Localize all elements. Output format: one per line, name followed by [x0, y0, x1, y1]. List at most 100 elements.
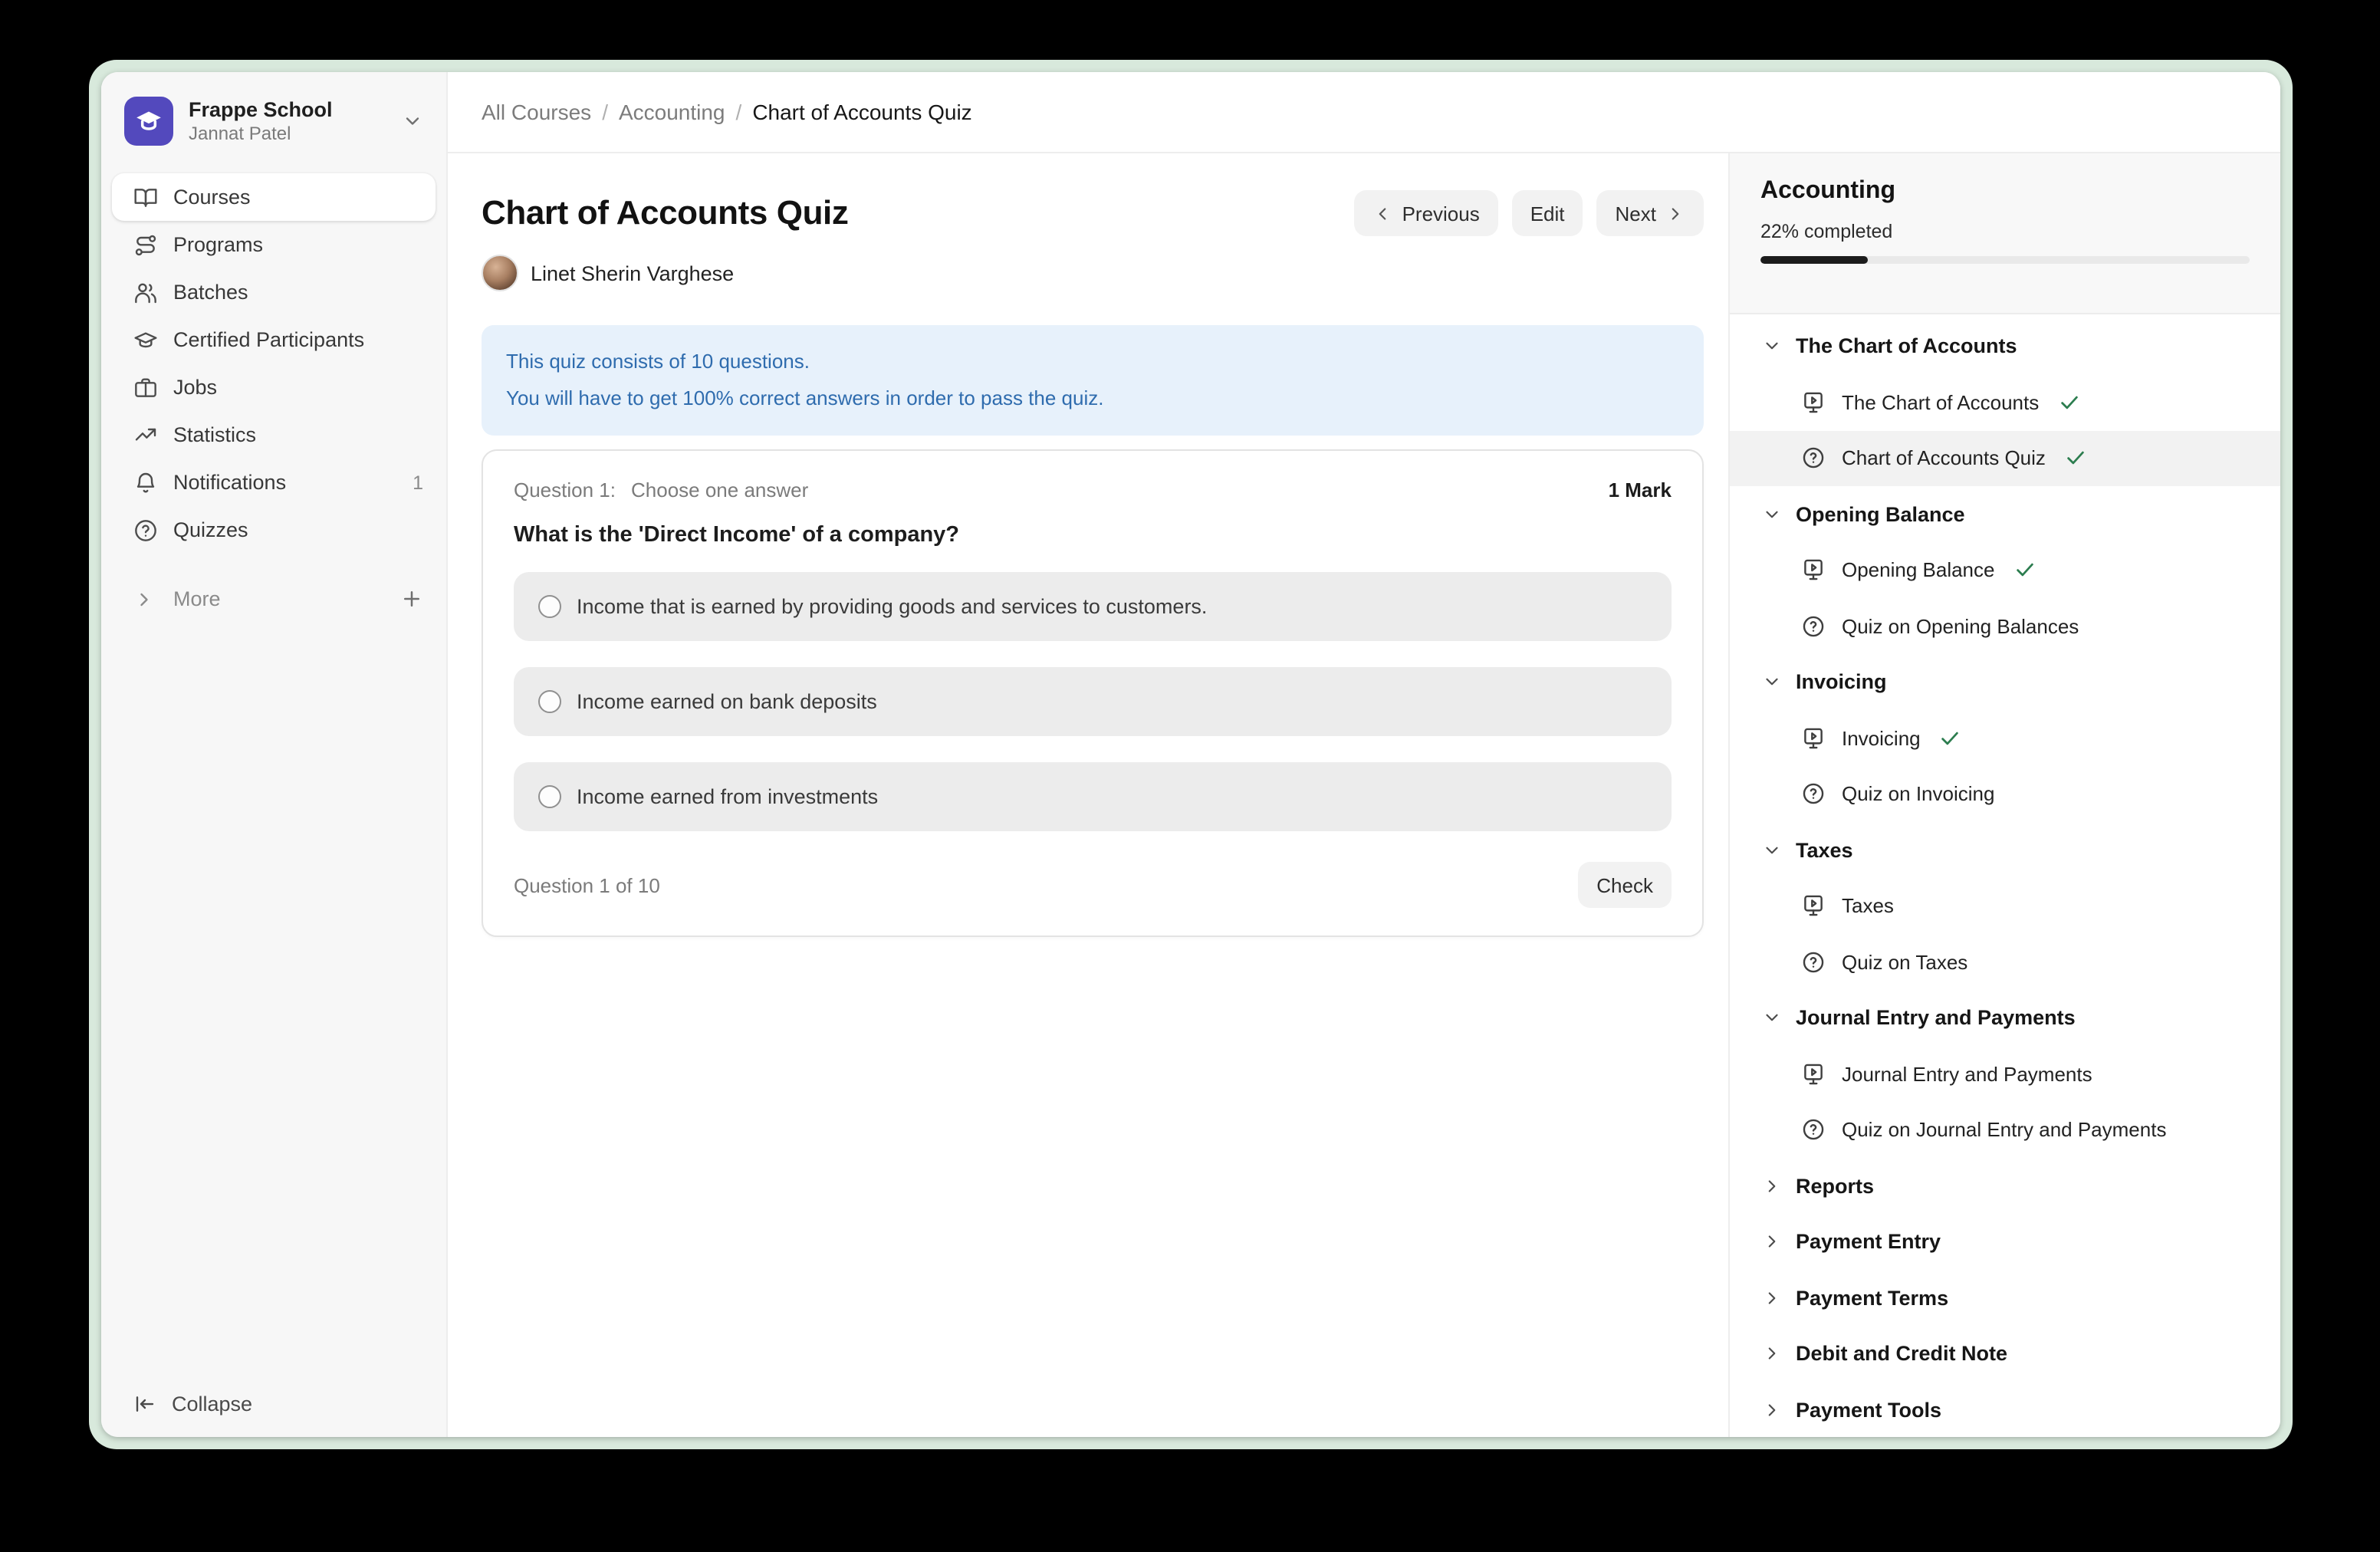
course-progress-fill	[1760, 256, 1868, 264]
breadcrumb-separator: /	[602, 100, 608, 124]
sidebar-item-label: Quizzes	[173, 518, 248, 541]
lesson-taxes[interactable]: Taxes	[1730, 878, 2280, 934]
radio-button-icon[interactable]	[538, 785, 561, 808]
video-lesson-icon	[1800, 725, 1826, 751]
chevron-left-icon	[1373, 203, 1393, 223]
lesson-quiz-on-taxes[interactable]: Quiz on Taxes	[1730, 934, 2280, 990]
chapter-reports[interactable]: Reports	[1730, 1158, 2280, 1214]
sidebar-item-courses[interactable]: Courses	[112, 173, 436, 221]
answer-option-label: Income earned from investments	[577, 785, 878, 808]
author-row: Linet Sherin Varghese	[482, 255, 1704, 291]
sidebar-item-batches[interactable]: Batches	[112, 268, 436, 316]
previous-button[interactable]: Previous	[1355, 190, 1498, 236]
chevron-down-icon	[1762, 505, 1782, 524]
sidebar-item-label: Courses	[173, 186, 251, 209]
sidebar-item-notifications[interactable]: Notifications 1	[112, 459, 436, 506]
quiz-notice: This quiz consists of 10 questions. You …	[482, 325, 1704, 436]
answer-options: Income that is earned by providing goods…	[514, 572, 1672, 831]
check-button[interactable]: Check	[1578, 862, 1672, 908]
route-icon	[133, 232, 158, 257]
answer-option-label: Income earned on bank deposits	[577, 690, 877, 713]
answer-option-2[interactable]: Income earned on bank deposits	[514, 667, 1672, 736]
course-outline-list: The Chart of Accounts The Chart of Accou…	[1730, 314, 2280, 1437]
quiz-lesson-icon	[1800, 613, 1826, 640]
chevron-down-icon	[1762, 1008, 1782, 1028]
collapse-label: Collapse	[172, 1393, 252, 1416]
notice-line-1: This quiz consists of 10 questions.	[506, 344, 1679, 380]
sidebar-item-certified-participants[interactable]: Certified Participants	[112, 316, 436, 363]
next-button[interactable]: Next	[1597, 190, 1704, 236]
lesson-invoicing[interactable]: Invoicing	[1730, 710, 2280, 766]
answer-option-3[interactable]: Income earned from investments	[514, 762, 1672, 831]
chevron-right-icon	[1762, 1232, 1782, 1252]
chapter-the-chart-of-accounts[interactable]: The Chart of Accounts	[1730, 318, 2280, 374]
lesson-quiz-on-opening-balances[interactable]: Quiz on Opening Balances	[1730, 598, 2280, 654]
video-lesson-icon	[1800, 557, 1826, 584]
lesson-the-chart-of-accounts[interactable]: The Chart of Accounts	[1730, 374, 2280, 430]
radio-button-icon[interactable]	[538, 690, 561, 713]
breadcrumb: All Courses / Accounting / Chart of Acco…	[448, 72, 2280, 153]
sidebar-item-programs[interactable]: Programs	[112, 221, 436, 268]
lesson-chart-of-accounts-quiz[interactable]: Chart of Accounts Quiz	[1730, 430, 2280, 486]
question-marks: 1 Mark	[1609, 478, 1672, 501]
briefcase-icon	[133, 375, 158, 400]
chapter-debit-and-credit-note[interactable]: Debit and Credit Note	[1730, 1326, 2280, 1382]
notice-line-2: You will have to get 100% correct answer…	[506, 380, 1679, 417]
notifications-count-badge: 1	[413, 472, 423, 493]
page-title: Chart of Accounts Quiz	[482, 193, 848, 233]
sidebar-more-label: More	[173, 587, 221, 610]
collapse-icon	[133, 1393, 156, 1416]
screen: Frappe School Jannat Patel Courses	[0, 0, 2380, 1552]
check-icon	[2013, 559, 2036, 582]
sidebar-item-quizzes[interactable]: Quizzes	[112, 506, 436, 554]
lesson-opening-balance[interactable]: Opening Balance	[1730, 542, 2280, 598]
lesson-journal-entry-and-payments[interactable]: Journal Entry and Payments	[1730, 1046, 2280, 1102]
chapter-journal-entry-and-payments[interactable]: Journal Entry and Payments	[1730, 990, 2280, 1046]
trending-up-icon	[133, 423, 158, 447]
sidebar-item-jobs[interactable]: Jobs	[112, 363, 436, 411]
video-lesson-icon	[1800, 1061, 1826, 1087]
sidebar-item-statistics[interactable]: Statistics	[112, 411, 436, 459]
lesson-quiz-on-invoicing[interactable]: Quiz on Invoicing	[1730, 766, 2280, 822]
app-title: Frappe School	[189, 97, 386, 123]
chevron-right-icon	[1762, 1288, 1782, 1308]
chapter-payment-entry[interactable]: Payment Entry	[1730, 1214, 2280, 1270]
chevron-right-icon	[1762, 1344, 1782, 1364]
question-instruction: Choose one answer	[631, 478, 808, 501]
answer-option-1[interactable]: Income that is earned by providing goods…	[514, 572, 1672, 641]
book-open-icon	[133, 185, 158, 209]
chevron-down-icon	[1762, 337, 1782, 357]
video-lesson-icon	[1800, 390, 1826, 416]
workspace-switcher[interactable]: Frappe School Jannat Patel	[112, 87, 436, 155]
chevron-down-icon	[1762, 840, 1782, 860]
chevron-right-icon	[1665, 203, 1685, 223]
plus-icon[interactable]	[400, 587, 423, 610]
chevron-down-icon	[1762, 672, 1782, 692]
bell-icon	[133, 470, 158, 495]
radio-button-icon[interactable]	[538, 595, 561, 618]
help-circle-icon	[133, 518, 158, 542]
sidebar-item-label: Jobs	[173, 376, 217, 399]
author-name: Linet Sherin Varghese	[531, 261, 734, 284]
sidebar-item-label: Certified Participants	[173, 328, 364, 351]
breadcrumb-separator: /	[736, 100, 742, 124]
breadcrumb-accounting[interactable]: Accounting	[619, 100, 725, 124]
chapter-payment-tools[interactable]: Payment Tools	[1730, 1382, 2280, 1437]
sidebar-item-more[interactable]: More	[112, 575, 436, 623]
chapter-opening-balance[interactable]: Opening Balance	[1730, 486, 2280, 542]
sidebar-collapse-button[interactable]: Collapse	[112, 1383, 436, 1419]
question-number-label: Question 1:	[514, 478, 616, 501]
chevron-right-icon	[133, 588, 158, 610]
users-icon	[133, 280, 158, 304]
chapter-taxes[interactable]: Taxes	[1730, 822, 2280, 878]
chapter-invoicing[interactable]: Invoicing	[1730, 654, 2280, 710]
chapter-payment-terms[interactable]: Payment Terms	[1730, 1270, 2280, 1326]
window-frame: Frappe School Jannat Patel Courses	[89, 60, 2293, 1449]
edit-button[interactable]: Edit	[1512, 190, 1583, 236]
graduation-cap-icon	[133, 327, 158, 352]
check-icon	[2057, 391, 2080, 414]
lesson-quiz-on-journal-entry-and-payments[interactable]: Quiz on Journal Entry and Payments	[1730, 1102, 2280, 1158]
sidebar-item-label: Statistics	[173, 423, 256, 446]
app-window: Frappe School Jannat Patel Courses	[101, 72, 2280, 1437]
breadcrumb-all-courses[interactable]: All Courses	[482, 100, 591, 124]
